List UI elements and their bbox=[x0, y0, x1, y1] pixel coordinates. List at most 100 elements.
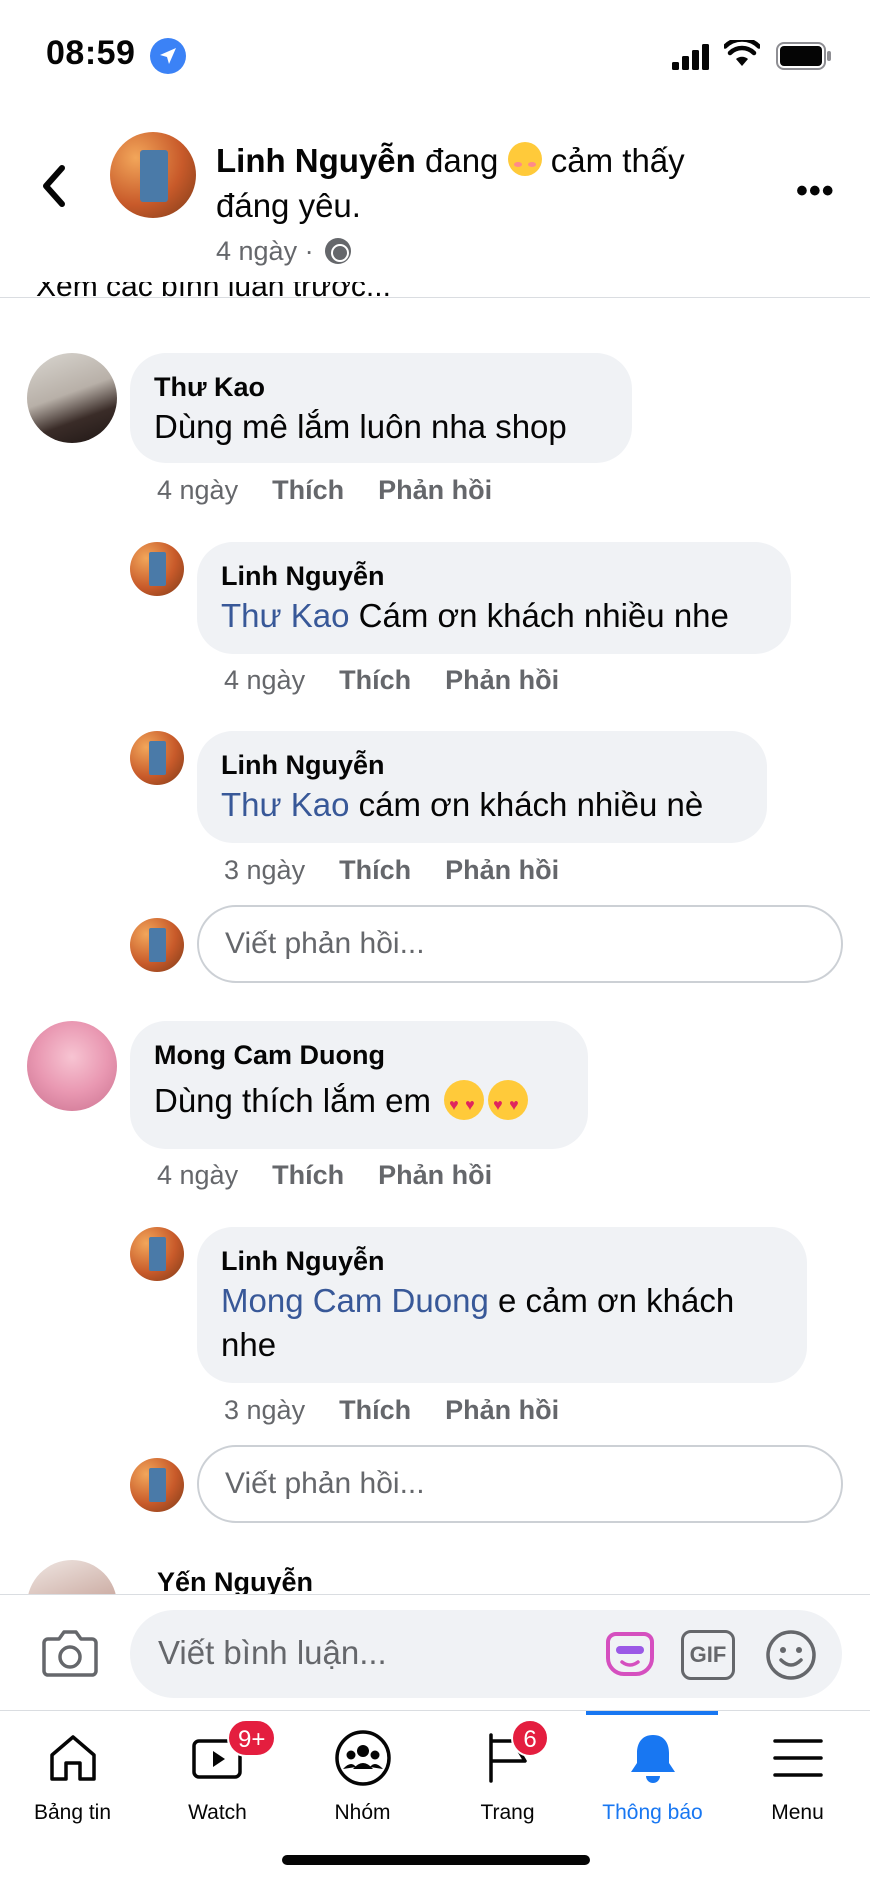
tab-watch[interactable]: 9+ Watch bbox=[145, 1711, 290, 1831]
tab-news-feed[interactable]: Bảng tin bbox=[0, 1711, 145, 1831]
reply-time[interactable]: 3 ngày bbox=[224, 855, 305, 886]
post-title: Linh Nguyễn đang cảm thấy đáng yêu. bbox=[216, 138, 756, 228]
tab-label: Trang bbox=[480, 1801, 535, 1824]
tagged-user-link[interactable]: Mong Cam Duong bbox=[221, 1282, 489, 1319]
reply-text: Thư Kao Cám ơn khách nhiều nhe bbox=[221, 594, 767, 638]
reply-input-placeholder: Viết phản hồi... bbox=[225, 1467, 425, 1500]
tab-notifications[interactable]: Thông báo bbox=[580, 1711, 725, 1831]
status-bar: 08:59 bbox=[0, 0, 870, 110]
comment-text: Dùng mê lắm luôn nha shop bbox=[154, 408, 567, 445]
reply-message: e cảm ơn khách bbox=[497, 1282, 735, 1319]
status-time: 08:59 bbox=[46, 34, 136, 72]
home-icon bbox=[50, 1735, 96, 1781]
comment-message: Dùng thích lắm em bbox=[154, 1082, 431, 1119]
reply-actions: 3 ngày Thích Phản hồi bbox=[224, 1395, 559, 1426]
reply-message-line2: nhe bbox=[221, 1326, 277, 1363]
avatar-sticker-icon[interactable] bbox=[602, 1628, 658, 1682]
battery-icon bbox=[776, 42, 831, 70]
post-meta: 4 ngày · bbox=[216, 236, 352, 267]
reply-time[interactable]: 3 ngày bbox=[224, 1395, 305, 1426]
comment-bubble: Thư Kao Dùng mê lắm luôn nha shop bbox=[130, 353, 632, 463]
home-indicator[interactable] bbox=[282, 1855, 590, 1865]
reply-actions: 3 ngày Thích Phản hồi bbox=[224, 855, 559, 886]
author-avatar[interactable] bbox=[110, 132, 196, 218]
reply-author[interactable]: Linh Nguyễn bbox=[221, 747, 743, 783]
reply-message: cám ơn khách nhiều nè bbox=[358, 786, 704, 823]
comment-time[interactable]: 4 ngày bbox=[157, 475, 238, 506]
reply-input[interactable]: Viết phản hồi... bbox=[197, 905, 843, 983]
current-user-avatar bbox=[130, 918, 184, 972]
comment-bubble: Mong Cam Duong Dùng thích lắm em bbox=[130, 1021, 588, 1149]
tab-label: Bảng tin bbox=[33, 1801, 112, 1824]
reply-author[interactable]: Linh Nguyễn bbox=[221, 558, 767, 594]
post-time[interactable]: 4 ngày bbox=[216, 236, 297, 266]
comment-composer: Viết bình luận... GIF bbox=[0, 1594, 870, 1710]
groups-icon bbox=[335, 1730, 391, 1786]
comment-input[interactable]: Viết bình luận... GIF bbox=[130, 1610, 842, 1698]
reply-button[interactable]: Phản hồi bbox=[445, 855, 559, 886]
comment-author[interactable]: Thư Kao bbox=[154, 369, 608, 405]
commenter-avatar[interactable] bbox=[27, 1021, 117, 1111]
heart-eyes-emoji-icon bbox=[488, 1080, 529, 1128]
tab-pages[interactable]: 6 Trang bbox=[435, 1711, 580, 1831]
emoji-picker-icon[interactable] bbox=[764, 1628, 818, 1682]
reply-author[interactable]: Linh Nguyễn bbox=[221, 1243, 783, 1279]
tab-label: Thông báo bbox=[602, 1801, 703, 1824]
meta-separator: · bbox=[304, 236, 314, 266]
tagged-user-link[interactable]: Thư Kao bbox=[221, 786, 350, 823]
cellular-signal-icon bbox=[672, 44, 709, 70]
like-button[interactable]: Thích bbox=[339, 1395, 411, 1426]
tab-label: Menu bbox=[771, 1801, 824, 1824]
tab-groups[interactable]: Nhóm bbox=[290, 1711, 435, 1831]
replier-avatar[interactable] bbox=[130, 542, 184, 596]
comment-time[interactable]: 4 ngày bbox=[157, 1160, 238, 1191]
reply-text: Thư Kao cám ơn khách nhiều nè bbox=[221, 783, 743, 827]
like-button[interactable]: Thích bbox=[339, 855, 411, 886]
comment-actions: 4 ngày Thích Phản hồi bbox=[157, 1160, 492, 1191]
commenter-avatar[interactable] bbox=[27, 353, 117, 443]
tab-label: Watch bbox=[188, 1801, 247, 1824]
tab-label: Nhóm bbox=[334, 1801, 391, 1824]
blushing-face-emoji-icon bbox=[507, 142, 542, 176]
reply-time[interactable]: 4 ngày bbox=[224, 665, 305, 696]
like-button[interactable]: Thích bbox=[272, 475, 344, 506]
tagged-user-link[interactable]: Thư Kao bbox=[221, 597, 350, 634]
like-button[interactable]: Thích bbox=[272, 1160, 344, 1191]
pages-badge: 6 bbox=[511, 1719, 549, 1757]
reply-button[interactable]: Phản hồi bbox=[445, 665, 559, 696]
current-user-avatar bbox=[130, 1458, 184, 1512]
camera-icon[interactable] bbox=[42, 1627, 98, 1677]
reply-input[interactable]: Viết phản hồi... bbox=[197, 1445, 843, 1523]
reply-input-placeholder: Viết phản hồi... bbox=[225, 927, 425, 960]
replier-avatar[interactable] bbox=[130, 731, 184, 785]
comment-input-placeholder: Viết bình luận... bbox=[158, 1634, 387, 1671]
reply-text: Mong Cam Duong e cảm ơn khách nhe bbox=[221, 1279, 783, 1367]
watch-badge: 9+ bbox=[227, 1719, 277, 1757]
reply-button[interactable]: Phản hồi bbox=[378, 475, 492, 506]
back-arrow-icon[interactable] bbox=[36, 156, 72, 216]
post-header: Linh Nguyễn đang cảm thấy đáng yêu. 4 ng… bbox=[0, 110, 870, 298]
author-name[interactable]: Linh Nguyễn bbox=[216, 142, 416, 179]
reply-button[interactable]: Phản hồi bbox=[378, 1160, 492, 1191]
reply-bubble: Linh Nguyễn Thư Kao cám ơn khách nhiều n… bbox=[197, 731, 767, 843]
menu-icon bbox=[773, 1739, 823, 1777]
reply-message: Cám ơn khách nhiều nhe bbox=[358, 597, 729, 634]
feeling-prefix: đang bbox=[425, 142, 499, 179]
replier-avatar[interactable] bbox=[130, 1227, 184, 1281]
heart-eyes-emoji-icon bbox=[444, 1080, 485, 1128]
more-options-icon[interactable]: ••• bbox=[796, 172, 835, 211]
location-icon bbox=[150, 38, 186, 74]
view-previous-comments-link[interactable]: Xem các bình luận trước... bbox=[36, 282, 391, 298]
globe-icon bbox=[325, 238, 352, 264]
reply-bubble: Linh Nguyễn Thư Kao Cám ơn khách nhiều n… bbox=[197, 542, 791, 654]
tab-menu[interactable]: Menu bbox=[725, 1711, 870, 1831]
comment-author[interactable]: Mong Cam Duong bbox=[154, 1037, 564, 1073]
gif-icon[interactable]: GIF bbox=[681, 1630, 735, 1680]
reply-button[interactable]: Phản hồi bbox=[445, 1395, 559, 1426]
comment-text: Dùng thích lắm em bbox=[154, 1079, 564, 1128]
like-button[interactable]: Thích bbox=[339, 665, 411, 696]
comment-actions: 4 ngày Thích Phản hồi bbox=[157, 475, 492, 506]
bell-icon bbox=[631, 1735, 675, 1783]
reply-bubble: Linh Nguyễn Mong Cam Duong e cảm ơn khác… bbox=[197, 1227, 807, 1383]
wifi-icon bbox=[724, 40, 760, 66]
